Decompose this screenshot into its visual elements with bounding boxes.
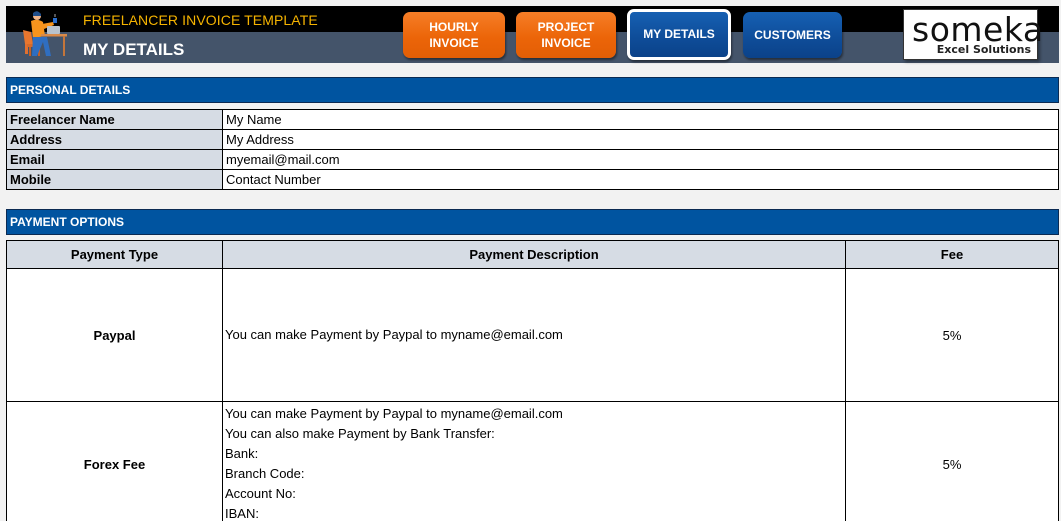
table-row: Mobile Contact Number [6,169,1059,190]
table-header-row: Payment Type Payment Description Fee [6,240,1059,269]
table-row: Email myemail@mail.com [6,149,1059,170]
someka-logo[interactable]: someka Excel Solutions [903,9,1043,60]
column-header-fee: Fee [845,240,1059,269]
freelancer-name-value[interactable]: My Name [222,109,1059,130]
payment-options-table: Payment Type Payment Description Fee Pay… [6,240,1059,521]
freelancer-name-label: Freelancer Name [6,109,223,130]
table-row: Forex Fee You can make Payment by Paypal… [6,401,1059,521]
nav-project-invoice-button[interactable]: PROJECT INVOICE [516,12,616,58]
description-line: Account No: [225,486,296,501]
fee-cell[interactable]: 5% [845,401,1059,521]
mobile-label: Mobile [6,169,223,190]
personal-details-table: Freelancer Name My Name Address My Addre… [6,109,1059,190]
column-header-payment-type: Payment Type [6,240,223,269]
column-header-payment-description: Payment Description [222,240,846,269]
email-label: Email [6,149,223,170]
payment-description-cell[interactable]: You can make Payment by Paypal to myname… [222,268,846,402]
description-line: IBAN: [225,506,259,521]
nav-my-details-button[interactable]: MY DETAILS [627,9,731,60]
personal-details-header: PERSONAL DETAILS [6,77,1059,103]
description-line: Branch Code: [225,466,305,481]
fee-cell[interactable]: 5% [845,268,1059,402]
brand-tagline: Excel Solutions [936,43,1031,56]
payment-type-cell[interactable]: Forex Fee [6,401,223,521]
table-row: Address My Address [6,129,1059,150]
mobile-value[interactable]: Contact Number [222,169,1059,190]
description-line: You can also make Payment by Bank Transf… [225,426,495,441]
description-line: You can make Payment by Paypal to myname… [225,327,563,342]
description-line: You can make Payment by Paypal to myname… [225,406,563,421]
email-value[interactable]: myemail@mail.com [222,149,1059,170]
app-header: FREELANCER INVOICE TEMPLATE MY DETAILS H… [6,6,1059,63]
table-row: Paypal You can make Payment by Paypal to… [6,268,1059,402]
payment-options-header: PAYMENT OPTIONS [6,209,1059,235]
freelancer-illustration-icon [23,11,67,56]
payment-description-cell[interactable]: You can make Payment by Paypal to myname… [222,401,846,521]
nav-hourly-invoice-button[interactable]: HOURLY INVOICE [403,12,505,58]
table-row: Freelancer Name My Name [6,109,1059,130]
app-title: FREELANCER INVOICE TEMPLATE [83,12,318,28]
address-value[interactable]: My Address [222,129,1059,150]
address-label: Address [6,129,223,150]
page-title: MY DETAILS [83,40,185,59]
description-line: Bank: [225,446,259,461]
nav-customers-button[interactable]: CUSTOMERS [743,12,842,58]
payment-type-cell[interactable]: Paypal [6,268,223,402]
